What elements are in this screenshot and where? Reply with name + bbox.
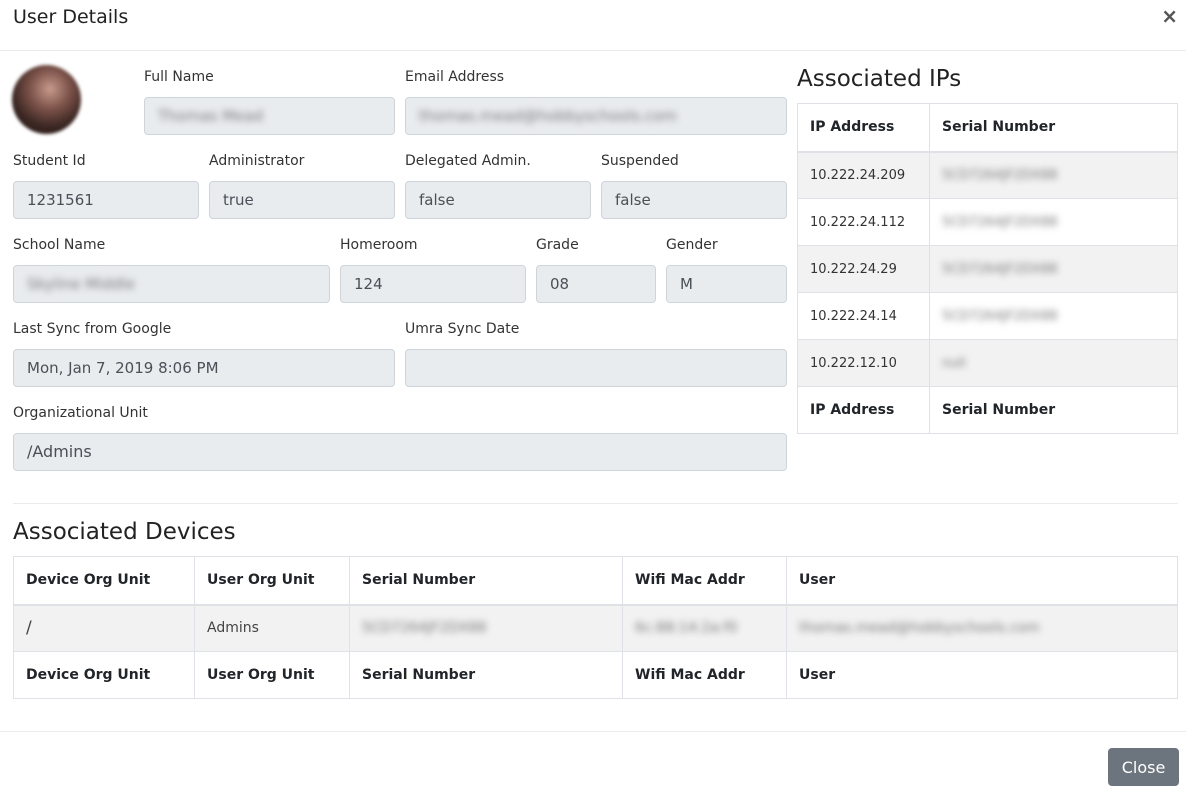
grade-field[interactable]: 08 xyxy=(536,265,656,303)
last-sync-label: Last Sync from Google xyxy=(13,321,172,337)
delegated-admin-label: Delegated Admin. xyxy=(405,153,531,169)
school-name-value: Skyline Middle xyxy=(27,275,135,293)
modal-header: User Details × xyxy=(0,0,1186,51)
serial-value: null xyxy=(942,355,966,371)
ip-cell: 10.222.24.112 xyxy=(797,198,930,246)
umra-sync-field[interactable] xyxy=(405,349,787,387)
user-org-unit-cell: Admins xyxy=(194,604,350,652)
ip-cell: 10.222.24.29 xyxy=(797,245,930,293)
gender-label: Gender xyxy=(666,237,718,253)
table-row: 10.222.12.10 null xyxy=(797,339,1178,387)
devices-table: Device Org Unit User Org Unit Serial Num… xyxy=(13,556,1178,699)
wifi-mac-cell: 6c:88:14:2a:f0 xyxy=(622,604,787,652)
serial-value: 5CD7264JF2DX88 xyxy=(942,167,1058,183)
email-value: thomas.mead@hobbyschools.com xyxy=(419,107,677,125)
wifi-mac-value: 6c:88:14:2a:f0 xyxy=(635,620,738,637)
serial-value: 5CD7264JF2DX88 xyxy=(942,214,1058,230)
ip-footer-serial: Serial Number xyxy=(929,386,1178,434)
user-value: thomas.mead@hobbyschools.com xyxy=(799,620,1040,637)
close-button[interactable]: Close xyxy=(1108,748,1179,786)
serial-cell: 5CD7264JF2DX88 xyxy=(929,245,1178,293)
ip-table: IP Address Serial Number 10.222.24.209 5… xyxy=(797,103,1178,434)
student-id-label: Student Id xyxy=(13,153,86,169)
email-field[interactable]: thomas.mead@hobbyschools.com xyxy=(405,97,787,135)
ip-table-header-row: IP Address Serial Number xyxy=(797,103,1178,153)
org-unit-field[interactable]: /Admins xyxy=(13,433,787,471)
serial-value: 5CD7264JF2DX88 xyxy=(942,308,1058,324)
serial-cell: 5CD7264JF2DX88 xyxy=(929,292,1178,340)
dev-footer-wifi-mac: Wifi Mac Addr xyxy=(622,651,787,699)
serial-value: 5CD7264JF2DX88 xyxy=(942,261,1058,277)
ip-cell: 10.222.24.209 xyxy=(797,151,930,199)
full-name-value: Thomas Mead xyxy=(158,107,264,125)
modal-title: User Details xyxy=(13,6,129,28)
table-row: 10.222.24.209 5CD7264JF2DX88 xyxy=(797,151,1178,199)
dev-footer-device-org-unit: Device Org Unit xyxy=(13,651,195,699)
administrator-label: Administrator xyxy=(209,153,305,169)
last-sync-field[interactable]: Mon, Jan 7, 2019 8:06 PM xyxy=(13,349,395,387)
gender-field[interactable]: M xyxy=(666,265,787,303)
full-name-label: Full Name xyxy=(144,69,214,85)
dev-header-serial: Serial Number xyxy=(349,556,623,606)
email-label: Email Address xyxy=(405,69,505,85)
student-id-field[interactable]: 1231561 xyxy=(13,181,199,219)
dev-footer-serial: Serial Number xyxy=(349,651,623,699)
ip-cell: 10.222.12.10 xyxy=(797,339,930,387)
table-row: 10.222.24.112 5CD7264JF2DX88 xyxy=(797,198,1178,246)
serial-cell: null xyxy=(929,339,1178,387)
close-icon[interactable]: × xyxy=(1161,4,1178,28)
dev-header-wifi-mac: Wifi Mac Addr xyxy=(622,556,787,606)
dev-footer-user-org-unit: User Org Unit xyxy=(194,651,350,699)
dev-header-user-org-unit: User Org Unit xyxy=(194,556,350,606)
device-org-unit-cell: / xyxy=(13,604,195,652)
table-row: 10.222.24.29 5CD7264JF2DX88 xyxy=(797,245,1178,293)
school-name-field[interactable]: Skyline Middle xyxy=(13,265,330,303)
org-unit-label: Organizational Unit xyxy=(13,405,148,421)
ip-table-footer-row: IP Address Serial Number xyxy=(797,386,1178,434)
homeroom-field[interactable]: 124 xyxy=(340,265,526,303)
dev-footer-user: User xyxy=(786,651,1178,699)
ip-footer-ip: IP Address xyxy=(797,386,930,434)
table-row: / Admins 5CD7264JF2DX88 6c:88:14:2a:f0 t… xyxy=(13,604,1178,652)
footer-divider xyxy=(0,731,1186,732)
suspended-label: Suspended xyxy=(601,153,679,169)
administrator-field[interactable]: true xyxy=(209,181,395,219)
school-name-label: School Name xyxy=(13,237,106,253)
dev-header-user: User xyxy=(786,556,1178,606)
suspended-field[interactable]: false xyxy=(601,181,787,219)
serial-value: 5CD7264JF2DX88 xyxy=(362,620,487,637)
devices-header-row: Device Org Unit User Org Unit Serial Num… xyxy=(13,556,1178,606)
dev-header-device-org-unit: Device Org Unit xyxy=(13,556,195,606)
section-divider xyxy=(13,503,1178,504)
grade-label: Grade xyxy=(536,237,579,253)
user-cell: thomas.mead@hobbyschools.com xyxy=(786,604,1178,652)
ip-header-ip: IP Address xyxy=(797,103,930,153)
umra-sync-label: Umra Sync Date xyxy=(405,321,520,337)
table-row: 10.222.24.14 5CD7264JF2DX88 xyxy=(797,292,1178,340)
delegated-admin-field[interactable]: false xyxy=(405,181,591,219)
serial-cell: 5CD7264JF2DX88 xyxy=(929,198,1178,246)
ip-header-serial: Serial Number xyxy=(929,103,1178,153)
associated-ips-title: Associated IPs xyxy=(797,66,962,92)
full-name-field[interactable]: Thomas Mead xyxy=(144,97,395,135)
ip-cell: 10.222.24.14 xyxy=(797,292,930,340)
homeroom-label: Homeroom xyxy=(340,237,418,253)
associated-devices-title: Associated Devices xyxy=(13,519,236,545)
devices-footer-row: Device Org Unit User Org Unit Serial Num… xyxy=(13,651,1178,699)
serial-cell: 5CD7264JF2DX88 xyxy=(349,604,623,652)
avatar xyxy=(12,65,81,134)
serial-cell: 5CD7264JF2DX88 xyxy=(929,151,1178,199)
